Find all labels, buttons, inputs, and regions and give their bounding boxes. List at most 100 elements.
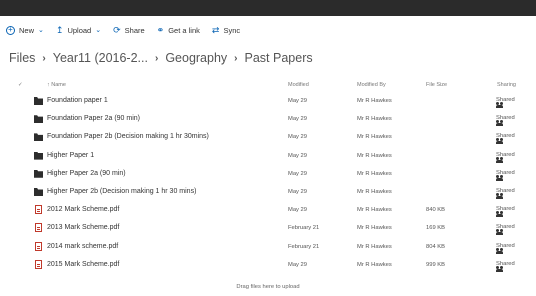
- file-row[interactable]: Foundation Paper 2a (90 min) May 29 Mr R H…: [0, 110, 536, 128]
- file-row[interactable]: 2014 mark scheme.pdf February 21 Mr R Hawk…: [0, 238, 536, 256]
- breadcrumb-year11[interactable]: Year11 (2016-2...: [53, 51, 148, 65]
- sharing-status[interactable]: Shared: [496, 170, 515, 181]
- column-header-sharing[interactable]: Sharing: [497, 82, 516, 88]
- folder-icon: [34, 188, 43, 196]
- file-row[interactable]: 2015 Mark Scheme.pdf May 29 Mr R Hawkes 999…: [0, 256, 536, 274]
- sharing-status[interactable]: Shared: [496, 97, 515, 108]
- file-modified-by: Mr R Hawkes: [357, 189, 392, 195]
- new-button[interactable]: + New ⌄: [6, 25, 44, 35]
- sharing-status[interactable]: Shared: [496, 115, 515, 127]
- file-size: 169 KB: [426, 225, 446, 232]
- file-row[interactable]: Higher Paper 1 May 29 Mr R Hawkes Shared: [0, 147, 536, 165]
- sharing-status[interactable]: Shared: [496, 206, 515, 218]
- chevron-down-icon: ⌄: [95, 27, 102, 34]
- new-label: New: [19, 25, 35, 35]
- people-icon: [496, 156, 504, 164]
- people-icon: [496, 247, 504, 255]
- breadcrumb-separator-icon: ›: [154, 52, 159, 64]
- sharing-status[interactable]: Shared: [496, 152, 515, 163]
- file-modified-by: Mr R Hawkes: [357, 116, 392, 123]
- file-row[interactable]: Higher Paper 2b (Decision making 1 hr 30…: [0, 183, 536, 201]
- sync-icon: ⇄: [211, 24, 220, 35]
- file-modified-by: Mr R Hawkes: [357, 261, 392, 268]
- column-header-modified[interactable]: Modified: [288, 82, 309, 88]
- file-row[interactable]: 2012 Mark Scheme.pdf May 29 Mr R Hawkes 840…: [0, 201, 536, 219]
- file-size: 999 KB: [426, 261, 446, 268]
- plus-circle-icon: +: [6, 25, 15, 35]
- file-modified: May 29: [288, 116, 308, 123]
- file-name[interactable]: Higher Paper 1: [47, 152, 94, 159]
- column-header-file-size[interactable]: File Size: [426, 82, 447, 88]
- file-name[interactable]: Foundation paper 1: [47, 97, 108, 104]
- sharing-status[interactable]: Shared: [496, 188, 515, 199]
- file-modified: February 21: [288, 225, 320, 232]
- file-size: 804 KB: [426, 243, 446, 250]
- breadcrumb-files[interactable]: Files: [9, 51, 35, 65]
- folder-icon: [34, 169, 43, 178]
- file-name[interactable]: 2015 Mark Scheme.pdf: [47, 261, 119, 268]
- share-icon: ⟳: [113, 24, 121, 35]
- folder-icon: [34, 115, 43, 124]
- app-top-bar: [0, 0, 536, 16]
- file-row[interactable]: 2013 Mark Scheme.pdf February 21 Mr R Hawk…: [0, 219, 536, 237]
- people-icon: [496, 174, 504, 182]
- sharing-status[interactable]: Shared: [496, 224, 515, 236]
- sync-label: Sync: [223, 25, 241, 35]
- file-modified-by: Mr R Hawkes: [357, 152, 392, 159]
- breadcrumb-past-papers: Past Papers: [244, 51, 313, 65]
- file-modified-by: Mr R Hawkes: [357, 207, 392, 214]
- file-modified-by: Mr R Hawkes: [357, 98, 392, 104]
- file-name[interactable]: 2013 Mark Scheme.pdf: [47, 224, 119, 231]
- people-icon: [496, 229, 504, 236]
- file-modified-by: Mr R Hawkes: [357, 134, 392, 141]
- people-icon: [496, 138, 504, 145]
- file-modified: May 29: [288, 170, 308, 177]
- column-header-name[interactable]: ↑ Name: [47, 82, 66, 88]
- file-modified: May 29: [288, 134, 308, 141]
- sharing-status[interactable]: Shared: [496, 133, 515, 145]
- file-modified-by: Mr R Hawkes: [357, 243, 392, 250]
- share-button[interactable]: ⟳ Share: [113, 25, 145, 36]
- file-row[interactable]: Foundation paper 1 May 29 Mr R Hawkes Share…: [0, 92, 536, 110]
- breadcrumb-separator-icon: ›: [42, 52, 46, 64]
- share-label: Share: [124, 25, 145, 35]
- folder-icon: [34, 133, 43, 142]
- file-row[interactable]: Foundation Paper 2b (Decision making 1 h…: [0, 128, 536, 146]
- file-name[interactable]: 2014 mark scheme.pdf: [47, 243, 118, 250]
- file-name[interactable]: Higher Paper 2b (Decision making 1 hr 30…: [47, 188, 196, 195]
- get-link-label: Get a link: [168, 25, 200, 35]
- file-modified: May 29: [288, 152, 308, 159]
- sharing-status[interactable]: Shared: [496, 243, 515, 254]
- pdf-file-icon: [35, 223, 42, 233]
- get-link-button[interactable]: ⚭ Get a link: [157, 25, 200, 36]
- file-name[interactable]: Foundation Paper 2a (90 min): [47, 115, 140, 122]
- people-icon: [496, 193, 504, 200]
- upload-button[interactable]: ↥ Upload ⌄: [56, 25, 101, 36]
- file-modified: May 29: [288, 98, 308, 104]
- command-bar: + New ⌄ ↥ Upload ⌄ ⟳ Share ⚭ Get a link …: [0, 16, 536, 44]
- people-icon: [496, 211, 504, 218]
- pdf-file-icon: [35, 259, 42, 269]
- folder-icon: [34, 151, 43, 160]
- pdf-file-icon: [35, 205, 42, 215]
- breadcrumb: Files › Year11 (2016-2... › Geography › …: [9, 48, 313, 68]
- file-name[interactable]: 2012 Mark Scheme.pdf: [47, 206, 119, 213]
- file-name[interactable]: Foundation Paper 2b (Decision making 1 h…: [47, 133, 209, 140]
- file-modified: May 29: [288, 207, 308, 214]
- file-modified-by: Mr R Hawkes: [357, 225, 392, 232]
- drop-zone-hint: Drag files here to upload: [236, 284, 300, 290]
- breadcrumb-geography[interactable]: Geography: [165, 51, 227, 65]
- file-name[interactable]: Higher Paper 2a (90 min): [47, 170, 126, 177]
- file-modified: February 21: [288, 243, 320, 250]
- sync-button[interactable]: ⇄ Sync: [212, 25, 240, 36]
- upload-label: Upload: [67, 25, 92, 35]
- folder-icon: [34, 97, 43, 105]
- column-header-modified-by[interactable]: Modified By: [357, 82, 386, 88]
- file-row[interactable]: Higher Paper 2a (90 min) May 29 Mr R Hawke…: [0, 165, 536, 183]
- file-size: 840 KB: [426, 207, 446, 214]
- file-modified-by: Mr R Hawkes: [357, 170, 392, 177]
- sharing-status[interactable]: Shared: [496, 261, 515, 272]
- select-all-checkmark-icon[interactable]: ✓: [18, 82, 23, 88]
- file-list-header: ✓ ↑ Name Modified Modified By File Size …: [0, 78, 536, 92]
- chevron-down-icon: ⌄: [38, 27, 44, 34]
